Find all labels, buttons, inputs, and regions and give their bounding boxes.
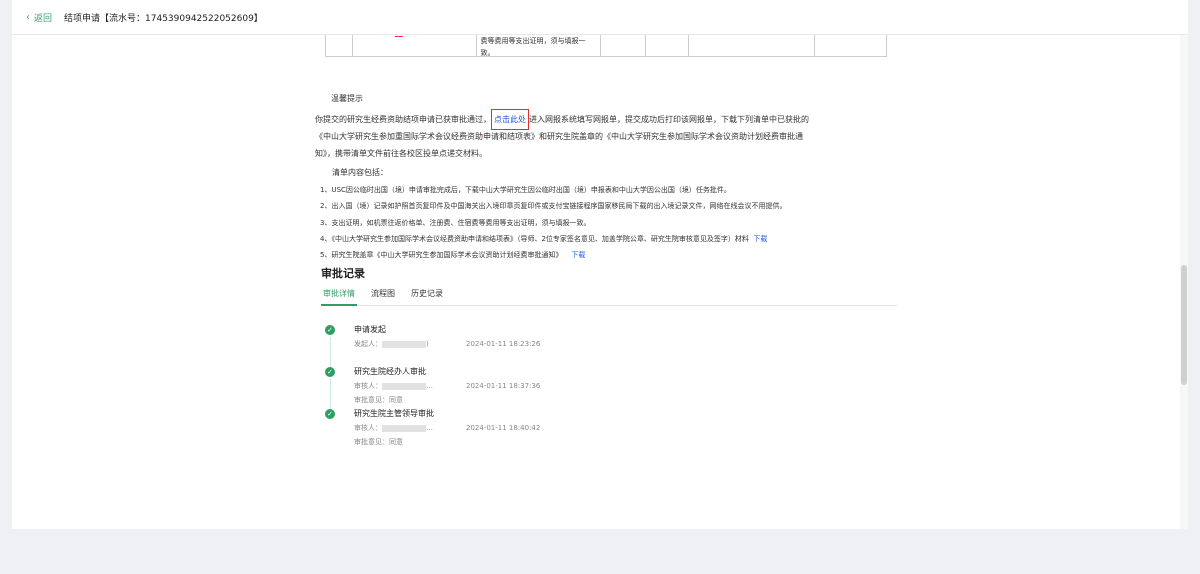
step-meta: 发起人：) 2024-01-11 18:23:26 (354, 340, 625, 349)
table-cell-line: 费等费用等支出证明，须与填报一 (480, 37, 586, 45)
tab-approval-details[interactable]: 审批详情 (321, 288, 357, 306)
step-person: 审核人： … (354, 424, 466, 433)
step-title: 研究生院经办人审批 (354, 367, 426, 376)
table-cell-text: 费等费用等支出证明，须与填报一 致。 (477, 35, 600, 59)
scrollbar-thumb[interactable] (1181, 265, 1187, 385)
checklist-item-text: 1、USC因公临时出国（境）申请审批完成后，下载中山大学研究生因公临时出国（境）… (320, 186, 731, 194)
step-meta: 审核人： … 2024-01-11 18:37:36 (354, 382, 625, 391)
download-link[interactable]: 下载 (753, 235, 767, 243)
check-circle-icon: ✓ (325, 409, 335, 419)
table-fragment: 费等费用等支出证明，须与填报一 致。 (325, 35, 887, 57)
checklist-item: 3、支出证明，如机票往返价格单、注册费、住宿费等费用等支出证明，须与填报一致。 (320, 215, 897, 231)
table-cell (646, 35, 689, 56)
step-person: 发起人：) (354, 340, 466, 349)
step-meta: 审核人： … 2024-01-11 18:40:42 (354, 424, 625, 433)
step-opinion: 审批意见：同意 (354, 438, 403, 446)
table-cell: 费等费用等支出证明，须与填报一 致。 (477, 35, 602, 59)
click-here-link[interactable]: 点击此处 (494, 115, 526, 124)
step-title: 研究生院主管领导审批 (354, 409, 434, 418)
top-bar: ‹ 返回 结项申请【流水号：1745390942522052609】 (12, 0, 1188, 35)
table-cell (815, 35, 886, 56)
check-circle-icon: ✓ (325, 325, 335, 335)
tips-heading: 温馨提示 (331, 94, 363, 103)
person-label: 审核人： (354, 424, 382, 432)
tab-history[interactable]: 历史记录 (409, 288, 445, 306)
checklist-item: 2、出入国（境）记录如护照首页复印件及中国海关出入境印章页复印件或支付宝链接程序… (320, 198, 897, 214)
chevron-left-icon: ‹ (26, 11, 30, 23)
checklist-item: 4、《中山大学研究生参加国际学术会议经费资助申请和结项表》（导师、2位专家签名意… (320, 231, 897, 247)
checklist-item-text: 5、研究生院盖章《中山大学研究生参加国际学术会议资助计划经费审批通知》 (320, 251, 563, 260)
redacted-name (382, 424, 426, 432)
table-cell (689, 35, 816, 56)
timeline-connector (329, 337, 331, 367)
person-label: 审核人： (354, 382, 382, 390)
tips-paragraph: 《中山大学研究生参加重国际学术会议经费资助申请和结项表》和研究生院盖章的《中山大… (315, 132, 803, 141)
redacted-name (382, 382, 426, 390)
table-cell-line: 致。 (480, 49, 495, 57)
person-tail: ) (426, 340, 429, 348)
checklist-item-text: 3、支出证明，如机票往返价格单、注册费、住宿费等费用等支出证明，须与填报一致。 (320, 218, 591, 227)
tips-section: 温馨提示 你提交的研究生经费资助结项申请已获审批通过， 点击此处 进入网报系统填写网… (315, 93, 885, 162)
checklist-item: 5、研究生院盖章《中山大学研究生参加国际学术会议资助计划经费审批通知》 下载 (320, 247, 897, 263)
scrollbar[interactable] (1180, 35, 1188, 529)
check-circle-icon: ✓ (325, 367, 335, 377)
approval-timeline: ✓ 申请发起 发起人：) 2024-01-11 18:23:26 ✓ 研究生院经… (325, 325, 625, 451)
tips-paragraph: 知》，携带清单文件前往各校区投单点递交材料。 (315, 149, 487, 158)
tips-text: 进入网报系统填写网报单，提交成功后打印该网报单，下载下列清单中已获批的 (529, 115, 809, 124)
step-time: 2024-01-11 18:40:42 (466, 424, 541, 432)
timeline-step: ✓ 研究生院经办人审批 审核人： … 2024-01-11 18:37:36 审批… (325, 367, 625, 409)
tab-flowchart[interactable]: 流程图 (369, 288, 397, 306)
back-button[interactable]: ‹ 返回 (26, 11, 52, 24)
table-cell (601, 35, 646, 56)
timeline-step: ✓ 申请发起 发起人：) 2024-01-11 18:23:26 (325, 325, 625, 367)
checklist-item-text: 2、出入国（境）记录如护照首页复印件及中国海关出入境印章页复印件或支付宝链接程序… (320, 202, 787, 211)
approval-section: 审批记录 审批详情 流程图 历史记录 (321, 265, 897, 306)
redacted-name (382, 340, 426, 348)
highlight-box: 点击此处 (491, 109, 529, 130)
step-person: 审核人： … (354, 382, 466, 391)
step-time: 2024-01-11 18:37:36 (466, 382, 541, 390)
checklist-item-text: 4、《中山大学研究生参加国际学术会议经费资助申请和结项表》（导师、2位专家签名意… (320, 234, 749, 243)
timeline-connector (329, 379, 331, 409)
checklist-item: 1、USC因公临时出国（境）申请审批完成后，下载中山大学研究生因公临时出国（境）… (320, 182, 897, 198)
checklist-heading: 清单内容包括： (332, 168, 388, 177)
back-label: 返回 (34, 13, 53, 24)
timeline-step: ✓ 研究生院主管领导审批 审核人： … 2024-01-11 18:40:42 审… (325, 409, 625, 451)
approval-tabs: 审批详情 流程图 历史记录 (321, 288, 897, 306)
download-link[interactable]: 下载 (571, 251, 585, 259)
tips-text: 你提交的研究生经费资助结项申请已获审批通过， (315, 115, 491, 124)
person-tail: … (426, 382, 433, 390)
table-cell (353, 35, 478, 56)
person-tail: … (426, 424, 433, 432)
red-mark (395, 36, 403, 37)
content-panel: 费等费用等支出证明，须与填报一 致。 温馨提示 你提交的研究生经费资助结项申请已… (12, 35, 1188, 529)
page-title: 结项申请【流水号：1745390942522052609】 (64, 13, 263, 24)
checklist: 清单内容包括： 1、USC因公临时出国（境）申请审批完成后，下载中山大学研究生因… (317, 167, 897, 263)
step-time: 2024-01-11 18:23:26 (466, 340, 541, 348)
person-label: 发起人： (354, 340, 382, 348)
table-cell (326, 35, 353, 56)
tips-paragraph: 你提交的研究生经费资助结项申请已获审批通过， 点击此处 进入网报系统填写网报单，提交… (315, 109, 885, 130)
step-title: 申请发起 (354, 325, 386, 334)
approval-title: 审批记录 (321, 267, 365, 280)
step-opinion: 审批意见：同意 (354, 396, 403, 404)
